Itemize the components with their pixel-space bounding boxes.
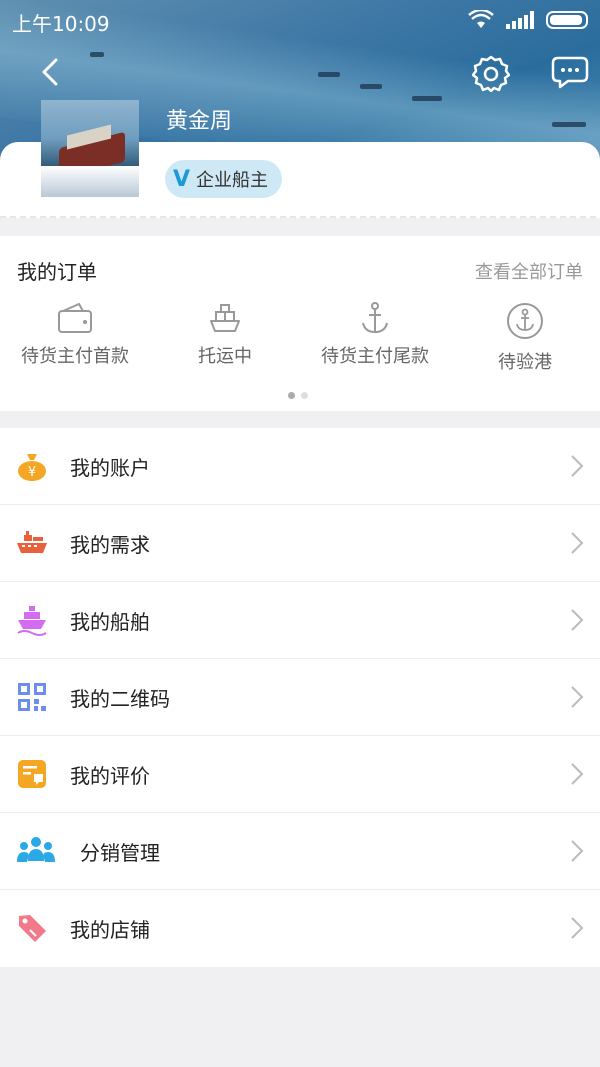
menu-item-my-qr-code[interactable]: 我的二维码 — [0, 659, 600, 736]
ship-icon — [210, 304, 240, 332]
background-ship — [90, 52, 104, 57]
back-arrow-icon — [42, 58, 58, 86]
chevron-right-icon — [571, 532, 584, 554]
gear-icon — [471, 55, 511, 93]
boat-icon — [17, 606, 47, 636]
anchor-circle-icon — [507, 303, 543, 339]
background-ship — [360, 84, 382, 89]
chevron-right-icon — [571, 686, 584, 708]
wifi-icon — [468, 10, 494, 28]
chevron-right-icon — [571, 840, 584, 862]
status-time: 上午10:09 — [12, 12, 110, 36]
wallet-icon — [58, 302, 92, 333]
order-status-label: 待验港 — [498, 352, 552, 373]
order-status-pending-final-payment[interactable]: 待货主付尾款 — [315, 298, 435, 368]
order-status-in-transit[interactable]: 托运中 — [185, 298, 265, 368]
qr-code-icon — [18, 683, 46, 711]
menu-item-my-shop[interactable]: 我的店铺 — [0, 890, 600, 967]
background-ship — [318, 72, 340, 77]
background-ship — [412, 96, 442, 101]
anchor-icon — [362, 302, 388, 334]
tag-icon — [19, 915, 46, 942]
order-status-pending-port-inspection[interactable]: 待验港 — [490, 298, 560, 374]
menu-item-label: 我的店铺 — [70, 918, 150, 942]
review-icon — [18, 760, 46, 788]
dashed-divider — [0, 216, 600, 218]
message-button[interactable] — [550, 54, 590, 90]
menu-item-distribution-management[interactable]: 分销管理 — [0, 813, 600, 890]
menu-item-my-vessels[interactable]: 我的船舶 — [0, 582, 600, 659]
svg-text:¥: ¥ — [28, 465, 36, 480]
menu-item-label: 我的评价 — [70, 763, 150, 788]
menu-item-label: 我的二维码 — [70, 686, 170, 711]
menu-item-label: 分销管理 — [80, 840, 160, 865]
menu-item-label: 我的需求 — [70, 532, 150, 557]
order-status-label: 待货主付首款 — [21, 346, 129, 367]
menu-item-my-account[interactable]: ¥ 我的账户 — [0, 428, 600, 505]
menu-item-label: 我的船舶 — [70, 609, 150, 634]
chevron-right-icon — [571, 455, 584, 477]
page-dot — [301, 392, 308, 399]
money-bag-icon: ¥ — [18, 454, 46, 481]
orders-section: 我的订单 查看全部订单 待货主付首款 托运中 待货主付尾款 待验港 — [0, 236, 600, 411]
avatar[interactable] — [41, 100, 139, 197]
chat-bubble-icon — [551, 56, 589, 89]
page-indicator — [288, 392, 308, 399]
status-bar: 上午10:09 — [0, 0, 600, 40]
page-dot-active — [288, 392, 295, 399]
status-icons — [468, 10, 588, 30]
order-status-pending-first-payment[interactable]: 待货主付首款 — [15, 298, 135, 368]
settings-button[interactable] — [471, 54, 511, 93]
user-name: 黄金周 — [166, 109, 233, 134]
menu-item-label: 我的账户 — [70, 455, 150, 480]
battery-icon — [546, 11, 588, 29]
back-button[interactable] — [36, 54, 66, 90]
signal-icon — [506, 11, 534, 29]
verified-mark: V — [173, 166, 191, 192]
chevron-right-icon — [571, 609, 584, 631]
orders-title: 我的订单 — [17, 260, 97, 284]
order-status-label: 托运中 — [198, 346, 252, 367]
owner-badge: V 企业船主 — [165, 160, 283, 198]
order-status-label: 待货主付尾款 — [321, 346, 429, 367]
badge-label: 企业船主 — [196, 170, 269, 191]
cargo-ship-icon — [17, 531, 47, 553]
menu-item-my-reviews[interactable]: 我的评价 — [0, 736, 600, 813]
background-ship — [552, 122, 586, 127]
view-all-orders-link[interactable]: 查看全部订单 — [475, 258, 583, 284]
chevron-right-icon — [571, 917, 584, 939]
people-icon — [17, 837, 55, 862]
menu-list: ¥ 我的账户 我的需求 我的船舶 我的二维码 我的评价 分销管理 我的店铺 — [0, 428, 600, 967]
menu-item-my-demands[interactable]: 我的需求 — [0, 505, 600, 582]
chevron-right-icon — [571, 763, 584, 785]
